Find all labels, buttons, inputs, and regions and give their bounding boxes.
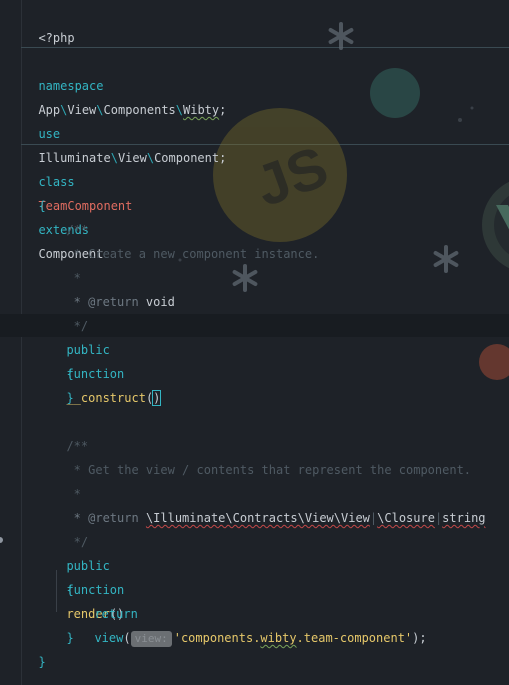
code-line-doc-return[interactable]: * @return \Illuminate\Contracts\View\Vie… bbox=[52, 482, 486, 525]
code-line-render-close[interactable]: } bbox=[52, 602, 73, 645]
namespace-separator: \ bbox=[146, 151, 155, 165]
code-line-doc-close[interactable]: */ bbox=[52, 506, 88, 549]
string-literal-word: wibty bbox=[260, 631, 297, 645]
code-line-namespace[interactable]: namespace App\View\Components\Wibty; bbox=[24, 50, 226, 117]
paren-close-matched: ) bbox=[152, 390, 162, 406]
doc-return-type: \Closure bbox=[377, 511, 435, 525]
method-close-brace: } bbox=[66, 391, 74, 405]
code-line-class-open-brace[interactable]: { bbox=[24, 170, 45, 213]
return-keyword: return bbox=[94, 607, 138, 621]
doc-return-type: string bbox=[442, 511, 486, 525]
method-separator-line bbox=[21, 47, 509, 48]
code-line-doc-star[interactable]: * bbox=[52, 242, 81, 285]
code-line-use[interactable]: use Illuminate\View\Component; bbox=[24, 98, 226, 165]
code-line-doc-star[interactable]: * bbox=[52, 458, 81, 501]
string-literal: 'components. bbox=[173, 631, 261, 645]
method-close-brace: } bbox=[66, 631, 74, 645]
doc-comment-text: * Create a new component instance. bbox=[66, 247, 320, 261]
code-line-doc-close[interactable]: */ bbox=[52, 290, 88, 333]
code-line-render[interactable]: public function render() bbox=[52, 530, 124, 621]
code-line-doc-text[interactable]: * Get the view / contents that represent… bbox=[52, 434, 471, 477]
doc-return-type: \Illuminate\Contracts\View\View bbox=[145, 511, 370, 525]
view-call: view bbox=[94, 631, 124, 645]
paren-open: ( bbox=[123, 631, 131, 645]
class-open-brace: { bbox=[38, 199, 46, 213]
php-open-tag: <?php bbox=[38, 31, 75, 45]
semicolon: ; bbox=[219, 151, 227, 165]
code-line-doc-open[interactable]: /** bbox=[52, 410, 88, 453]
code-line-class-close-brace[interactable]: } bbox=[24, 626, 45, 669]
use-part: Component bbox=[154, 151, 220, 165]
function-keyword: function bbox=[66, 367, 125, 381]
class-close-brace: } bbox=[38, 655, 46, 669]
gutter-divider bbox=[21, 0, 22, 685]
code-line-doc-open[interactable]: /** bbox=[52, 194, 88, 237]
code-line-render-open[interactable]: { bbox=[52, 554, 73, 597]
namespace-keyword: namespace bbox=[38, 79, 104, 93]
function-name: __construct bbox=[66, 391, 146, 405]
breakpoint-marker[interactable] bbox=[0, 537, 3, 543]
code-line-construct-open[interactable]: { bbox=[52, 338, 73, 381]
doc-comment-text: * Get the view / contents that represent… bbox=[66, 463, 472, 477]
code-line-return[interactable]: return view(view:'components.wibty.team-… bbox=[80, 578, 427, 647]
orange-dot-decoration bbox=[479, 344, 509, 380]
use-keyword: use bbox=[38, 127, 61, 141]
vue-logo bbox=[482, 181, 509, 269]
method-open-brace: { bbox=[66, 583, 74, 597]
code-line-construct-close[interactable]: } bbox=[52, 362, 73, 405]
paren-close-semicolon: ); bbox=[412, 631, 427, 645]
code-line-doc-text[interactable]: * Create a new component instance. bbox=[52, 218, 320, 261]
string-literal: .team-component' bbox=[296, 631, 413, 645]
code-line-class-declaration[interactable]: class TeamComponent extends Component bbox=[24, 146, 132, 261]
parameter-hint: view: bbox=[130, 631, 172, 647]
doc-return-type: void bbox=[138, 295, 175, 309]
svg-text:JS: JS bbox=[247, 134, 336, 219]
method-separator-line bbox=[21, 144, 509, 145]
code-line-php-open[interactable]: <?php bbox=[24, 2, 74, 45]
teal-dot-decoration bbox=[370, 68, 420, 118]
code-line-construct[interactable]: public function __construct() bbox=[52, 314, 162, 406]
code-line-doc-return[interactable]: * @return void bbox=[52, 266, 175, 309]
